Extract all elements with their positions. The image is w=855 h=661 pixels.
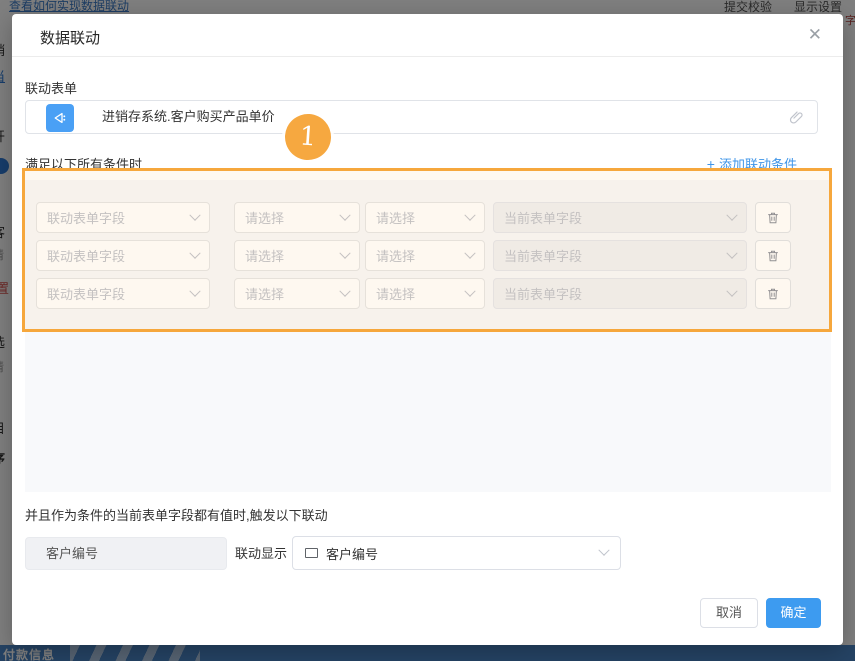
paperclip-icon[interactable] <box>789 110 804 130</box>
current-form-field-select[interactable]: 当前表单字段 <box>493 202 747 233</box>
chevron-down-icon <box>339 247 350 258</box>
chevron-down-icon <box>598 545 609 556</box>
dialog-title: 数据联动 <box>40 27 100 48</box>
value-type-select[interactable]: 请选择 <box>365 278 485 309</box>
value-type-select[interactable]: 请选择 <box>365 240 485 271</box>
current-form-field-select[interactable]: 当前表单字段 <box>493 278 747 309</box>
value-type-select[interactable]: 请选择 <box>365 202 485 233</box>
conditions-panel: 联动表单字段 请选择 请选择 当前表单字段 联动表单字段 请选择 请选择 当前表… <box>25 180 831 492</box>
delete-condition-button[interactable] <box>755 278 791 309</box>
operator-select[interactable]: 请选择 <box>234 202 360 233</box>
chevron-down-icon <box>464 247 475 258</box>
chevron-down-icon <box>726 209 737 220</box>
cancel-button[interactable]: 取消 <box>700 598 758 628</box>
add-condition-label: 添加联动条件 <box>719 157 797 172</box>
linkage-display-value: 客户编号 <box>326 544 600 563</box>
select-placeholder: 联动表单字段 <box>47 284 125 303</box>
chevron-down-icon <box>189 285 200 296</box>
data-linkage-dialog: 数据联动 ✕ 联动表单 进销存系统.客户购买产品单价 1 满足以下所有条件时 +… <box>12 14 843 645</box>
current-form-field-select[interactable]: 当前表单字段 <box>493 240 747 271</box>
select-placeholder: 请选择 <box>245 284 284 303</box>
chevron-down-icon <box>339 285 350 296</box>
select-placeholder: 请选择 <box>376 284 415 303</box>
select-placeholder: 请选择 <box>376 246 415 265</box>
operator-select[interactable]: 请选择 <box>234 240 360 271</box>
condition-row: 联动表单字段 请选择 请选择 当前表单字段 <box>25 202 831 233</box>
linked-field-select[interactable]: 联动表单字段 <box>36 240 210 271</box>
trash-icon <box>766 211 780 225</box>
operator-select[interactable]: 请选择 <box>234 278 360 309</box>
chevron-down-icon <box>339 209 350 220</box>
select-placeholder: 当前表单字段 <box>504 284 582 303</box>
form-speaker-icon <box>46 104 74 132</box>
trash-icon <box>766 287 780 301</box>
linked-form-label: 联动表单 <box>25 78 77 97</box>
chevron-down-icon <box>464 285 475 296</box>
dialog-header: 数据联动 ✕ <box>12 14 843 57</box>
condition-row: 联动表单字段 请选择 请选择 当前表单字段 <box>25 278 831 309</box>
linked-field-select[interactable]: 联动表单字段 <box>36 278 210 309</box>
linked-field-select[interactable]: 联动表单字段 <box>36 202 210 233</box>
chevron-down-icon <box>726 247 737 258</box>
select-placeholder: 请选择 <box>245 246 284 265</box>
select-placeholder: 联动表单字段 <box>47 246 125 265</box>
linkage-display-label: 联动显示 <box>235 537 287 570</box>
chevron-down-icon <box>726 285 737 296</box>
linked-form-select[interactable]: 进销存系统.客户购买产品单价 <box>25 100 818 134</box>
select-placeholder: 当前表单字段 <box>504 246 582 265</box>
chevron-down-icon <box>189 209 200 220</box>
chevron-down-icon <box>464 209 475 220</box>
plus-icon: + <box>707 156 715 172</box>
text-field-type-icon <box>305 548 318 558</box>
trigger-description: 并且作为条件的当前表单字段都有值时,触发以下联动 <box>25 505 328 524</box>
delete-condition-button[interactable] <box>755 202 791 233</box>
select-placeholder: 联动表单字段 <box>47 208 125 227</box>
close-icon[interactable]: ✕ <box>808 26 822 43</box>
chevron-down-icon <box>189 247 200 258</box>
linkage-display-select[interactable]: 客户编号 <box>292 536 621 570</box>
add-condition-link[interactable]: + 添加联动条件 <box>707 154 797 173</box>
screen: 查看如何实现数据联动 提交校验 显示设置 字段 销 当 开 客 请 配置 选 请… <box>0 0 855 661</box>
linked-form-value: 进销存系统.客户购买产品单价 <box>102 101 275 133</box>
current-field-chip: 客户编号 <box>25 537 227 570</box>
condition-row: 联动表单字段 请选择 请选择 当前表单字段 <box>25 240 831 271</box>
delete-condition-button[interactable] <box>755 240 791 271</box>
trash-icon <box>766 249 780 263</box>
select-placeholder: 请选择 <box>245 208 284 227</box>
conditions-header: 满足以下所有条件时 <box>25 154 142 173</box>
select-placeholder: 当前表单字段 <box>504 208 582 227</box>
confirm-button[interactable]: 确定 <box>766 598 821 628</box>
select-placeholder: 请选择 <box>376 208 415 227</box>
